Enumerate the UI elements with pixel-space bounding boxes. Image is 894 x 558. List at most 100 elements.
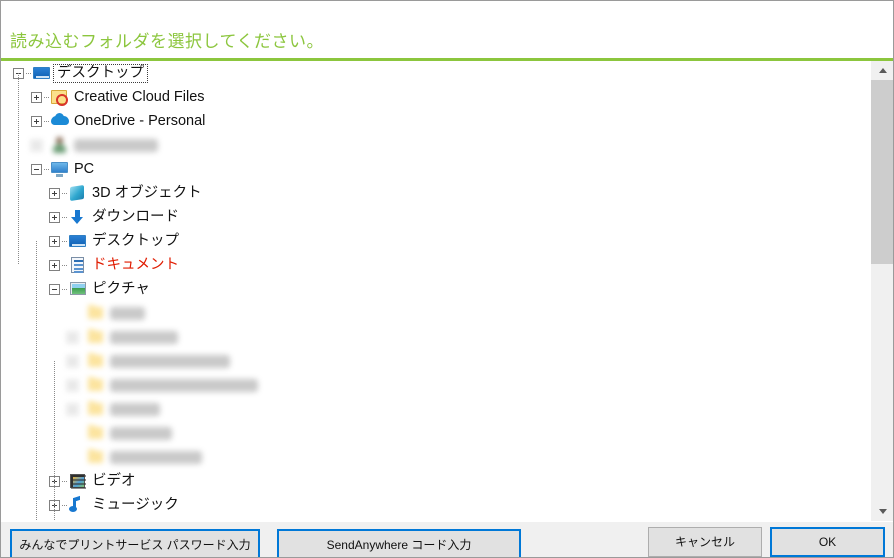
folder-icon — [87, 376, 105, 394]
tree-item-label: ミュージック — [92, 496, 179, 513]
tree-connector — [62, 240, 68, 242]
expand-icon[interactable] — [67, 379, 78, 391]
documents-icon — [69, 256, 87, 274]
folder-icon — [87, 304, 105, 322]
tree-expander-spacer — [67, 428, 80, 439]
tree-item-label: ドキュメント — [92, 256, 179, 273]
tree-item-label: user-name — [74, 138, 158, 152]
tree-connector — [44, 168, 50, 170]
tree-item-3d-objects-icon[interactable]: 3D オブジェクト — [1, 181, 870, 205]
tree-item-folder-icon[interactable]: folder-6 — [1, 421, 870, 445]
tree-item-label: 3D オブジェクト — [92, 184, 202, 201]
tree-item-monitor-icon[interactable]: デスクトップ — [1, 61, 870, 85]
collapse-icon[interactable] — [31, 163, 42, 175]
expand-icon[interactable] — [31, 139, 42, 151]
expand-icon[interactable] — [67, 403, 78, 415]
tree-item-label: folder-3 — [110, 354, 230, 368]
chevron-up-icon — [878, 68, 887, 73]
tree-connector — [62, 264, 68, 266]
expand-icon[interactable] — [67, 331, 78, 343]
ok-button[interactable]: OK — [770, 527, 885, 557]
tree-item-label: OneDrive - Personal — [74, 112, 206, 129]
tree-connector — [62, 216, 68, 218]
expand-icon[interactable] — [31, 115, 42, 127]
tree-item-folder-icon[interactable]: folder-1 — [1, 301, 870, 325]
cancel-button[interactable]: キャンセル — [648, 527, 762, 557]
pictures-icon — [69, 281, 87, 298]
expand-icon[interactable] — [49, 187, 60, 199]
tree-item-videos-icon[interactable]: ビデオ — [1, 469, 870, 493]
folder-icon — [87, 448, 105, 466]
scroll-up-button[interactable] — [871, 61, 893, 80]
tree-item-user-icon[interactable]: user-name — [1, 133, 870, 157]
tree-item-folder-icon[interactable]: folder-3 — [1, 349, 870, 373]
creative-cloud-icon — [51, 89, 69, 106]
collapse-icon[interactable] — [49, 283, 60, 295]
tree-item-label: Creative Cloud Files — [74, 88, 205, 105]
tree-item-creative-cloud-icon[interactable]: Creative Cloud Files — [1, 85, 870, 109]
expand-icon[interactable] — [31, 91, 42, 103]
tree-connector — [44, 96, 50, 98]
user-icon — [51, 136, 69, 154]
videos-icon — [69, 473, 87, 490]
tree-item-music-icon[interactable]: ミュージック — [1, 493, 870, 517]
folder-tree[interactable]: デスクトップ Creative Cloud Files OneDrive - Per… — [1, 61, 870, 521]
tree-item-folder-icon[interactable]: folder-4 — [1, 373, 870, 397]
folder-tree-panel: デスクトップ Creative Cloud Files OneDrive - Per… — [1, 61, 893, 521]
tree-item-onedrive-cloud-icon[interactable]: OneDrive - Personal — [1, 109, 870, 133]
tree-item-label: ピクチャ — [92, 280, 150, 297]
tree-item-downloads-icon[interactable]: ダウンロード — [1, 205, 870, 229]
page-title: 読み込むフォルダを選択してください。 — [10, 32, 324, 51]
tree-item-pc-icon[interactable]: PC — [1, 157, 870, 181]
downloads-icon — [69, 209, 87, 226]
expand-icon[interactable] — [49, 211, 60, 223]
tree-item-desktop-icon[interactable]: デスクトップ — [1, 229, 870, 253]
tree-connector — [62, 504, 68, 506]
tree-item-label: folder-7 — [110, 450, 202, 464]
sendanywhere-code-button[interactable]: SendAnywhere コード入力 — [277, 529, 521, 557]
folder-icon — [87, 424, 105, 442]
tree-item-label: ビデオ — [92, 472, 136, 489]
expand-icon[interactable] — [49, 259, 60, 271]
tree-connector — [62, 192, 68, 194]
tree-item-label: folder-1 — [110, 306, 145, 320]
music-icon — [69, 497, 87, 514]
3d-objects-icon — [69, 184, 87, 202]
tree-item-documents-icon[interactable]: ドキュメント — [1, 253, 870, 277]
tree-item-pictures-icon[interactable]: ピクチャ — [1, 277, 870, 301]
tree-connector-line — [54, 361, 55, 521]
expand-icon[interactable] — [67, 355, 78, 367]
tree-item-folder-icon[interactable]: folder-5 — [1, 397, 870, 421]
scroll-down-button[interactable] — [871, 502, 893, 521]
tree-connector-line — [36, 241, 37, 521]
tree-item-label: folder-4 — [110, 378, 258, 392]
dialog-header: 読み込むフォルダを選択してください。 — [1, 1, 893, 58]
tree-expander-spacer — [67, 452, 80, 463]
print-service-password-button[interactable]: みんなでプリントサービス パスワード入力 — [10, 529, 260, 557]
tree-item-label: folder-6 — [110, 426, 172, 440]
folder-select-dialog: 読み込むフォルダを選択してください。 デスクトップ Creative Cloud … — [0, 0, 894, 558]
scrollbar-thumb[interactable] — [871, 80, 893, 264]
tree-item-folder-icon[interactable]: folder-2 — [1, 325, 870, 349]
chevron-down-icon — [878, 509, 887, 514]
tree-item-folder-icon[interactable]: folder-7 — [1, 445, 870, 469]
expand-icon[interactable] — [49, 235, 60, 247]
tree-item-label: folder-5 — [110, 402, 160, 416]
tree-item-label: folder-2 — [110, 330, 178, 344]
tree-connector — [26, 72, 32, 74]
tree-vertical-scrollbar[interactable] — [870, 61, 893, 521]
